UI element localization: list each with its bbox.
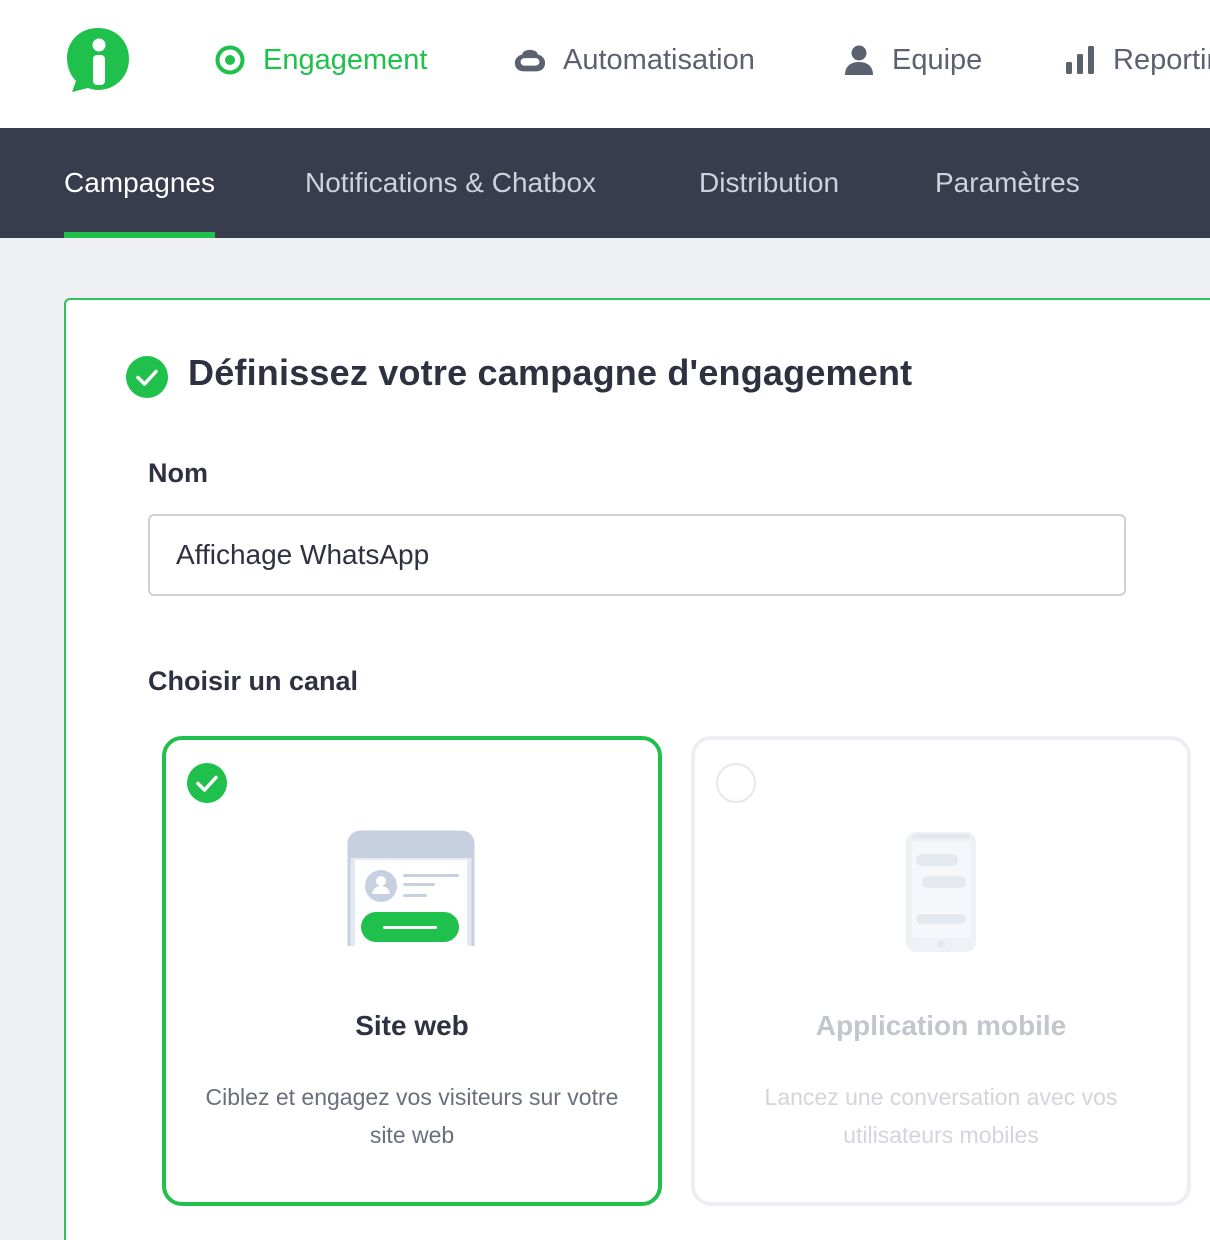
brand-logo-icon[interactable]: [64, 26, 132, 94]
target-icon: [213, 43, 247, 77]
section-complete-check-icon: [126, 356, 168, 398]
topnav-label: Engagement: [263, 43, 428, 76]
topnav-label: Automatisation: [563, 43, 755, 76]
section-title: Définissez votre campagne d'engagement: [188, 352, 913, 393]
website-illustration-icon: [347, 830, 477, 951]
topnav-label: Equipe: [892, 43, 983, 76]
tab-label: Distribution: [699, 167, 840, 198]
robot-icon: [513, 43, 547, 77]
tab-label: Paramètres: [935, 167, 1080, 198]
channel-field-label: Choisir un canal: [148, 666, 359, 696]
tab-notifications-chatbox[interactable]: Notifications & Chatbox: [305, 128, 596, 238]
tab-label: Notifications & Chatbox: [305, 167, 597, 198]
campaign-definition-card: Définissez votre campagne d'engagement N…: [64, 298, 1210, 1240]
topnav-item-automatisation[interactable]: Automatisation: [513, 40, 755, 80]
tab-parametres[interactable]: Paramètres: [935, 128, 1080, 238]
channel-option-site-web[interactable]: Site web Ciblez et engagez vos visiteurs…: [162, 736, 662, 1206]
channel-description: Lancez une conversation avec vos utilisa…: [764, 1084, 1118, 1148]
selected-check-icon: [186, 762, 228, 804]
unselected-radio-icon: [715, 762, 757, 804]
topnav-item-reporting[interactable]: Reporting: [1063, 40, 1210, 80]
user-icon: [842, 43, 876, 77]
tab-label: Campagnes: [64, 167, 215, 198]
campaign-name-input[interactable]: [148, 514, 1126, 596]
tab-campagnes[interactable]: Campagnes: [64, 128, 215, 238]
channel-option-application-mobile[interactable]: Application mobile Lancez une conversati…: [691, 736, 1191, 1206]
tab-distribution[interactable]: Distribution: [699, 128, 839, 238]
channel-title: Application mobile: [815, 1010, 1067, 1041]
channel-description: Ciblez et engagez vos visiteurs sur votr…: [205, 1084, 619, 1148]
name-field-label: Nom: [148, 458, 208, 488]
sub-navigation-bar: Campagnes Notifications & Chatbox Distri…: [0, 128, 1210, 238]
bar-chart-icon: [1063, 43, 1097, 77]
mobile-app-illustration-icon: [904, 830, 978, 959]
active-tab-indicator: [64, 232, 215, 238]
channel-title: Site web: [355, 1010, 469, 1041]
top-navigation-bar: Engagement Automatisation Equipe Reporti…: [0, 0, 1210, 128]
topnav-label: Reporting: [1113, 43, 1210, 76]
topnav-item-equipe[interactable]: Equipe: [842, 40, 982, 80]
topnav-item-engagement[interactable]: Engagement: [213, 40, 427, 80]
